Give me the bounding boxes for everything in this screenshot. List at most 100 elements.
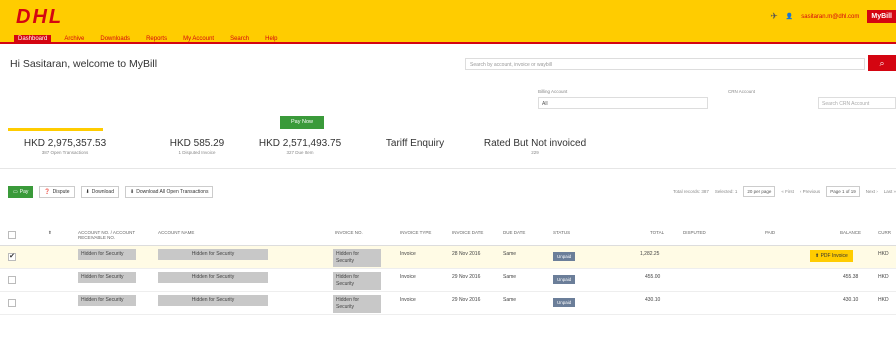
previous-page-link[interactable]: ‹ Previous (800, 189, 820, 194)
row-invoice-type: Invoice (400, 297, 416, 303)
th-account-no[interactable]: Account No. / Account Receivable No. (78, 230, 138, 240)
nav-reports[interactable]: Reports (143, 35, 170, 43)
search-button[interactable]: ⌕ (868, 55, 896, 71)
th-account-name[interactable]: Account Name (158, 230, 194, 235)
th-balance[interactable]: Balance (840, 230, 861, 235)
pay-label: Pay (19, 189, 29, 195)
th-invoice-no[interactable]: Invoice No. (335, 230, 363, 235)
summary-amount: HKD 585.29 (169, 138, 225, 149)
nav-downloads[interactable]: Downloads (97, 35, 133, 43)
row-balance: 430.10 (843, 297, 859, 303)
per-page-select[interactable]: 20 per page (743, 186, 776, 197)
download-all-button[interactable]: ⬇ Download All Open Transactions (125, 186, 214, 198)
table-row[interactable]: Hidden for Security Hidden for Security … (0, 269, 896, 292)
user-email[interactable]: sasitaran.m@dhl.com (801, 14, 859, 20)
row-invoice-type: Invoice (400, 274, 416, 280)
nav-my-account[interactable]: My Account (180, 35, 217, 43)
th-invoice-date[interactable]: Invoice Date (452, 230, 483, 235)
question-icon: ❓ (44, 189, 51, 195)
th-paid[interactable]: Paid (765, 230, 775, 235)
pay-button[interactable]: ▭ Pay (8, 186, 34, 198)
row-due-date: Same (503, 274, 517, 280)
summary-divider (0, 168, 896, 169)
summary-due[interactable]: HKD 2,571,493.75 327 Due Item (255, 138, 345, 155)
row-invoice-date: 29 Nov 2016 (452, 297, 481, 303)
table-row[interactable]: ✔ Hidden for Security Hidden for Securit… (0, 246, 896, 269)
nav-dashboard[interactable]: Dashboard (14, 34, 52, 43)
row-account-name: Hidden for Security (158, 272, 268, 283)
row-checkbox[interactable] (8, 299, 16, 307)
row-account-name: Hidden for Security (158, 249, 268, 260)
next-page-link[interactable]: Next › (866, 189, 878, 194)
download-all-label: Download All Open Transactions (136, 189, 209, 195)
crn-account-select[interactable]: Search CRN Account (818, 97, 896, 109)
nav-archive[interactable]: Archive (61, 35, 87, 43)
plane-icon: ✈ (770, 11, 778, 21)
dispute-label: Dispute (52, 189, 70, 195)
row-account: Hidden for Security (78, 272, 136, 283)
th-invoice-type[interactable]: Invoice Type (400, 230, 431, 235)
row-checkbox[interactable]: ✔ (8, 253, 16, 261)
welcome-message: Hi Sasitaran, welcome to MyBill (10, 58, 158, 70)
pay-now-button[interactable]: Pay Now (280, 116, 324, 129)
billing-account-select[interactable]: All (538, 97, 708, 109)
row-checkbox[interactable] (8, 276, 16, 284)
nav-search[interactable]: Search (227, 35, 252, 43)
toolbar: ▭ Pay ❓ Dispute ⬇ Download ⬇ Download All Op… (8, 186, 214, 198)
summary-open-transactions[interactable]: HKD 2,975,357.53 387 Open Transactions (20, 138, 110, 155)
last-page-link[interactable]: Last » (884, 189, 896, 194)
row-total: 455.00 (645, 274, 661, 280)
row-currency: HKD (878, 297, 889, 303)
select-all-checkbox[interactable] (8, 231, 16, 239)
summary-amount: HKD 2,571,493.75 (258, 138, 342, 149)
first-page-link[interactable]: « First (781, 189, 794, 194)
row-invoice-no[interactable]: Hidden for Security (333, 249, 381, 267)
row-invoice-no[interactable]: Hidden for Security (333, 295, 381, 313)
user-icon: 👤 (785, 14, 794, 20)
th-disputed[interactable]: Disputed (683, 230, 706, 235)
pdf-label: PDF Invoice (820, 253, 848, 259)
billing-account-label: Billing Account (538, 89, 568, 94)
download-icon: ⬇ (130, 189, 135, 195)
row-account: Hidden for Security (78, 295, 136, 306)
summary-amount: HKD 2,975,357.53 (23, 138, 107, 149)
th-due-date[interactable]: Due Date (503, 230, 525, 235)
summary-sub: 1 Disputed Invoice (178, 150, 216, 155)
summary-amount: Rated But Not invoiced (483, 138, 587, 149)
row-invoice-no[interactable]: Hidden for Security (333, 272, 381, 290)
transactions-table: ⬆ Account No. / Account Receivable No. A… (0, 224, 896, 315)
search-input[interactable]: Search by account, invoice or waybill (465, 58, 865, 70)
dispute-button[interactable]: ❓ Dispute (39, 186, 75, 198)
summary-sub: 327 Due Item (286, 150, 314, 155)
summary-sub: 387 Open Transactions (41, 150, 89, 155)
mybill-button[interactable]: MyBill (867, 10, 896, 23)
download-button[interactable]: ⬇ Download (80, 186, 119, 198)
row-account: Hidden for Security (78, 249, 136, 260)
status-badge: Unpaid (553, 298, 576, 307)
header-right: ✈ 👤 sasitaran.m@dhl.com MyBill (770, 10, 896, 23)
card-icon: ▭ (13, 189, 18, 195)
th-total[interactable]: Total (650, 230, 664, 235)
th-status[interactable]: Status (553, 230, 570, 235)
row-invoice-date: 29 Nov 2016 (452, 274, 481, 280)
row-account-name: Hidden for Security (158, 295, 268, 306)
row-due-date: Same (503, 297, 517, 303)
summary-sub: 229 (531, 150, 539, 155)
pdf-invoice-button[interactable]: ⬆ PDF Invoice (810, 250, 853, 262)
page-indicator[interactable]: Page 1 of 19 (826, 186, 860, 197)
top-bar: DHL ✈ 👤 sasitaran.m@dhl.com MyBill (0, 0, 896, 34)
status-badge: Unpaid (553, 252, 576, 261)
summary-active-underline (8, 128, 103, 131)
th-currency[interactable]: Curr (878, 230, 891, 235)
row-total: 1,282.25 (640, 251, 660, 257)
summary-disputed[interactable]: HKD 585.29 1 Disputed Invoice (152, 138, 242, 155)
dhl-logo[interactable]: DHL (16, 6, 63, 29)
row-invoice-type: Invoice (400, 251, 416, 257)
table-row[interactable]: Hidden for Security Hidden for Security … (0, 292, 896, 315)
nav-help[interactable]: Help (262, 35, 280, 43)
summary-rated-not-invoiced[interactable]: Rated But Not invoiced 229 (480, 138, 590, 155)
download-label: Download (91, 189, 114, 195)
pager: Total records: 387 Selected: 1 20 per pa… (673, 186, 896, 197)
row-balance: 455.38 (843, 274, 859, 280)
summary-tariff-enquiry[interactable]: Tariff Enquiry (380, 138, 450, 150)
